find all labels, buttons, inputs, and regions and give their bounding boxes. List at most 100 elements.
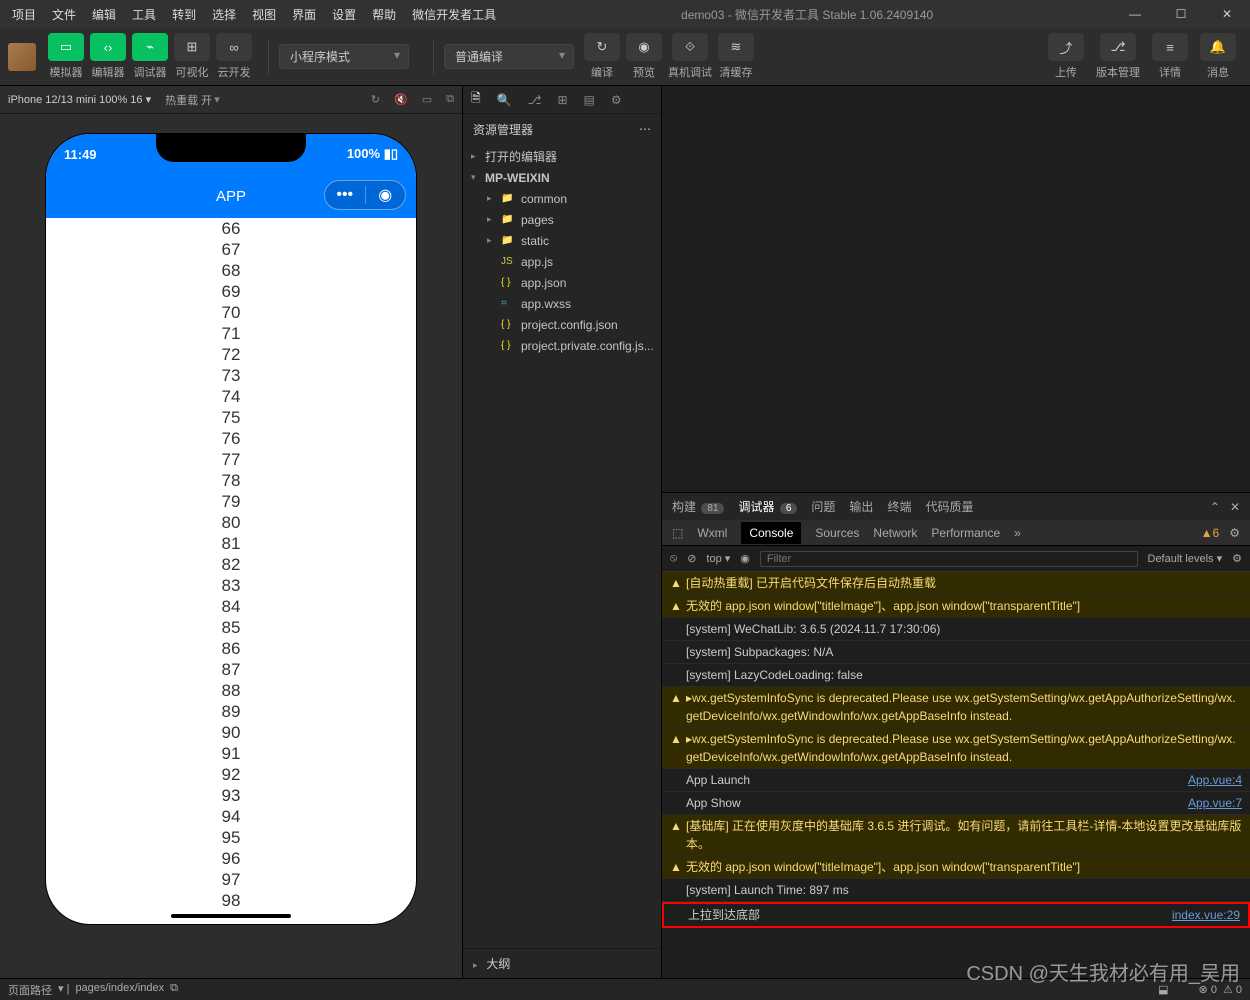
menu-项目[interactable]: 项目	[6, 6, 42, 23]
editor-button[interactable]: ‹›	[90, 33, 126, 61]
mute-icon[interactable]: 🔇	[394, 93, 408, 106]
device-label[interactable]: iPhone 12/13 mini 100% 16 ▾	[8, 93, 151, 106]
warn-count[interactable]: ▲6	[1201, 526, 1220, 540]
copy-icon[interactable]: ⧉	[170, 982, 178, 998]
console-line[interactable]: ▲无效的 app.json window["titleImage"]、app.j…	[662, 856, 1250, 879]
console-line[interactable]: [system] Launch Time: 897 ms	[662, 879, 1250, 902]
plug-icon[interactable]: ⚙	[611, 93, 622, 107]
menu-选择[interactable]: 选择	[206, 6, 242, 23]
console-line[interactable]: [system] Subpackages: N/A	[662, 641, 1250, 664]
inspect-icon[interactable]: ⬚	[672, 526, 683, 540]
version-button[interactable]: ⎇	[1100, 33, 1136, 61]
tree-item[interactable]: ▸📁common	[463, 188, 661, 209]
realdbg-button[interactable]: ⟐	[672, 33, 708, 61]
root-folder[interactable]: ▾MP-WEIXIN	[463, 167, 661, 188]
stop-icon[interactable]: ⦸	[670, 552, 677, 565]
tab-problems[interactable]: 问题	[811, 498, 835, 515]
console-line[interactable]: ▲[自动热重载] 已开启代码文件保存后自动热重载	[662, 572, 1250, 595]
console-line[interactable]: ▲无效的 app.json window["titleImage"]、app.j…	[662, 595, 1250, 618]
more-icon[interactable]: •••	[325, 186, 365, 204]
console-line[interactable]: 上拉到达底部index.vue:29	[662, 902, 1250, 928]
console-output[interactable]: ▲[自动热重载] 已开启代码文件保存后自动热重载▲无效的 app.json wi…	[662, 572, 1250, 978]
tab-codeq[interactable]: 代码质量	[925, 498, 973, 515]
error-count[interactable]: ⊗ 0	[1199, 983, 1217, 996]
console-line[interactable]: ▲▸wx.getSystemInfoSync is deprecated.Ple…	[662, 728, 1250, 769]
open-editors-section[interactable]: ▸打开的编辑器	[463, 146, 661, 167]
tab-output[interactable]: 输出	[849, 498, 873, 515]
page-path[interactable]: pages/index/index	[75, 982, 164, 998]
chevron-up-icon[interactable]: ⌃	[1210, 500, 1220, 514]
number-list[interactable]: 6667686970717273747576777879808182838485…	[46, 218, 416, 924]
console-line[interactable]: ▲[基础库] 正在使用灰度中的基础库 3.6.5 进行调试。如有问题，请前往工具…	[662, 815, 1250, 856]
context-select[interactable]: top ▾	[706, 552, 730, 565]
compile-button[interactable]: ↻	[584, 33, 620, 61]
menu-视图[interactable]: 视图	[246, 6, 282, 23]
simulator-button[interactable]: ▭	[48, 33, 84, 61]
tab-network[interactable]: Network	[873, 526, 917, 540]
mode-select[interactable]: 小程序模式	[279, 44, 409, 69]
panel-icon[interactable]: ⬓	[1158, 983, 1168, 996]
tab-wxml[interactable]: Wxml	[697, 526, 727, 540]
maximize-button[interactable]: ☐	[1158, 0, 1204, 28]
rotate-icon[interactable]: ▭	[422, 93, 432, 106]
msg-button[interactable]: 🔔	[1200, 33, 1236, 61]
detail-button[interactable]: ≡	[1152, 33, 1188, 61]
tab-sources[interactable]: Sources	[815, 526, 859, 540]
screenshot-icon[interactable]: ⧉	[446, 93, 454, 106]
tab-terminal[interactable]: 终端	[887, 498, 911, 515]
gear-icon[interactable]: ⚙	[1232, 552, 1242, 565]
outline-section[interactable]: ▸ 大纲	[463, 948, 661, 978]
more-icon[interactable]: »	[1014, 526, 1021, 540]
menu-编辑[interactable]: 编辑	[86, 6, 122, 23]
tree-item[interactable]: JSapp.js	[463, 251, 661, 272]
capsule[interactable]: •••◉	[324, 180, 406, 210]
target-icon[interactable]: ◉	[366, 185, 406, 205]
refresh-icon[interactable]: ↻	[371, 93, 380, 106]
more-icon[interactable]: ⋯	[639, 122, 651, 136]
eye-icon[interactable]: ◉	[740, 552, 750, 565]
files-icon[interactable]: 🗎	[471, 89, 481, 110]
tree-item[interactable]: { }project.private.config.js...	[463, 335, 661, 356]
visual-button[interactable]: ⊞	[174, 33, 210, 61]
console-line[interactable]: [system] WeChatLib: 3.6.5 (2024.11.7 17:…	[662, 618, 1250, 641]
clear-button[interactable]: ≋	[718, 33, 754, 61]
menu-设置[interactable]: 设置	[326, 6, 362, 23]
git-icon[interactable]: ⎇	[528, 93, 542, 107]
close-icon[interactable]: ✕	[1230, 500, 1240, 514]
menu-界面[interactable]: 界面	[286, 6, 322, 23]
menu-工具[interactable]: 工具	[126, 6, 162, 23]
db-icon[interactable]: ▤	[584, 93, 595, 107]
debugger-button[interactable]: ⌁	[132, 33, 168, 61]
tree-item[interactable]: { }project.config.json	[463, 314, 661, 335]
minimize-button[interactable]: —	[1112, 0, 1158, 28]
tab-console[interactable]: Console	[741, 522, 801, 544]
menu-帮助[interactable]: 帮助	[366, 6, 402, 23]
menu-转到[interactable]: 转到	[166, 6, 202, 23]
console-line[interactable]: App ShowApp.vue:7	[662, 792, 1250, 815]
gear-icon[interactable]: ⚙	[1229, 526, 1240, 540]
console-line[interactable]: App LaunchApp.vue:4	[662, 769, 1250, 792]
console-line[interactable]: ▲▸wx.getSystemInfoSync is deprecated.Ple…	[662, 687, 1250, 728]
hotreload-label[interactable]: 热重载 开	[165, 92, 212, 108]
menu-文件[interactable]: 文件	[46, 6, 82, 23]
ext-icon[interactable]: ⊞	[557, 93, 567, 107]
clear-icon[interactable]: ⊘	[687, 552, 696, 565]
tree-item[interactable]: ▸📁pages	[463, 209, 661, 230]
preview-button[interactable]: ◉	[626, 33, 662, 61]
menu-微信开发者工具[interactable]: 微信开发者工具	[406, 6, 502, 23]
search-icon[interactable]: 🔍	[497, 93, 512, 107]
console-line[interactable]: [system] LazyCodeLoading: false	[662, 664, 1250, 687]
tree-item[interactable]: ⌗app.wxss	[463, 293, 661, 314]
levels-select[interactable]: Default levels ▾	[1148, 552, 1223, 565]
cloud-button[interactable]: ∞	[216, 33, 252, 61]
tab-build[interactable]: 构建 81	[672, 498, 724, 515]
avatar[interactable]	[8, 43, 36, 71]
close-button[interactable]: ✕	[1204, 0, 1250, 28]
warn-count[interactable]: ⚠ 0	[1223, 983, 1242, 996]
tab-debugger[interactable]: 调试器 6	[738, 498, 797, 515]
tree-item[interactable]: { }app.json	[463, 272, 661, 293]
upload-button[interactable]: ⤴	[1048, 33, 1084, 61]
filter-input[interactable]	[760, 551, 1138, 567]
tree-item[interactable]: ▸📁static	[463, 230, 661, 251]
compile-select[interactable]: 普通编译	[444, 44, 574, 69]
